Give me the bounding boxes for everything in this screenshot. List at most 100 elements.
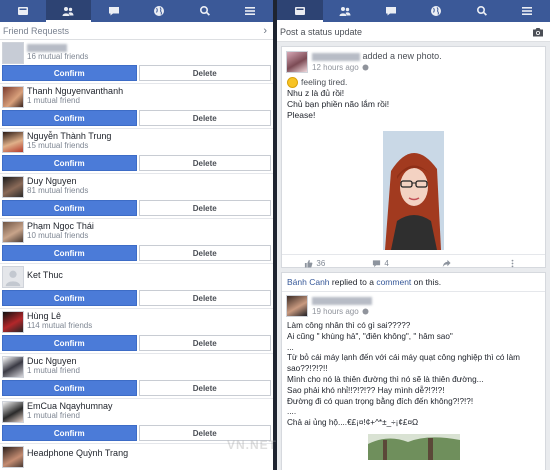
post-text-line: .... — [287, 407, 297, 417]
delete-button[interactable]: Delete — [138, 65, 271, 81]
avatar[interactable] — [2, 401, 24, 423]
search-icon — [476, 5, 487, 16]
comment-count: 4 — [384, 259, 389, 268]
poster-name[interactable] — [312, 52, 360, 61]
post-options-button[interactable] — [479, 259, 545, 268]
like-button[interactable]: 36 — [282, 259, 348, 268]
tab-search[interactable] — [182, 0, 228, 22]
portrait-image — [383, 131, 444, 250]
status-placeholder[interactable]: Post a status update — [280, 27, 362, 37]
confirm-button[interactable]: Confirm — [2, 110, 137, 126]
friend-request-item: 16 mutual friends Confirm Delete — [0, 40, 273, 84]
delete-button[interactable]: Delete — [138, 335, 271, 351]
friend-name[interactable]: Nguyễn Thành Trung — [27, 131, 111, 141]
friend-name[interactable] — [27, 42, 88, 52]
friend-name[interactable]: Hùng Lê — [27, 311, 92, 321]
avatar[interactable] — [286, 51, 308, 73]
delete-button[interactable]: Delete — [138, 110, 271, 126]
post-text-line: Nhu z là đủ rồi! — [287, 88, 345, 98]
friend-name[interactable]: Duy Nguyen — [27, 176, 88, 186]
confirm-button[interactable]: Confirm — [2, 290, 137, 306]
tab-friend-requests[interactable] — [45, 0, 91, 22]
friend-name[interactable]: Duc Nguyen — [27, 356, 80, 366]
post-action: added a new photo. — [362, 51, 442, 61]
post-text-line: Chủ bạn phiền não lắm rồi! — [287, 99, 390, 109]
news-feed-icon — [294, 7, 305, 15]
poster-name[interactable] — [312, 296, 372, 305]
avatar[interactable] — [2, 176, 24, 198]
avatar[interactable] — [2, 266, 24, 288]
delete-button[interactable]: Delete — [138, 155, 271, 171]
on-this-text: on this. — [411, 277, 442, 287]
tab-messages[interactable] — [91, 0, 137, 22]
avatar[interactable] — [2, 221, 24, 243]
delete-button[interactable]: Delete — [138, 200, 271, 216]
avatar[interactable] — [2, 356, 24, 378]
post-time[interactable]: 19 hours ago — [312, 306, 359, 317]
friend-name[interactable]: Thanh Nguyenvanthanh — [27, 86, 123, 96]
share-button[interactable] — [414, 259, 480, 268]
friend-request-item: Thanh Nguyenvanthanh 1 mutual friend Con… — [0, 84, 273, 129]
friend-name[interactable]: EmCua Nqayhumnay — [27, 401, 113, 411]
avatar[interactable] — [2, 42, 24, 64]
avatar[interactable] — [2, 86, 24, 108]
post-text-line: Chả ai ủng hộ....€£¡¤!¢+^*±_÷¡¢£¤Ω — [287, 418, 419, 428]
post-time[interactable]: 12 hours ago — [312, 62, 359, 73]
actor-name[interactable]: Bánh Canh — [287, 277, 330, 287]
tab-more[interactable] — [505, 0, 550, 22]
avatar[interactable] — [2, 131, 24, 153]
friend-requests-header[interactable]: Friend Requests › — [0, 22, 273, 40]
tab-notifications[interactable] — [137, 0, 183, 22]
tab-news-feed[interactable] — [277, 0, 323, 22]
status-update-bar[interactable]: Post a status update — [277, 22, 550, 42]
comment-button[interactable]: 4 — [348, 259, 414, 268]
friend-name[interactable]: Ket Thuc — [27, 270, 63, 280]
delete-button[interactable]: Delete — [138, 245, 271, 261]
post-photo[interactable] — [383, 131, 444, 250]
tab-more[interactable] — [228, 0, 274, 22]
top-nav-bar — [0, 0, 273, 22]
friend-request-item: Duy Nguyen 81 mutual friends Confirm Del… — [0, 174, 273, 219]
post-text-line: Đường đi có quan trọng bằng đích đến khô… — [287, 396, 474, 406]
menu-icon — [245, 7, 256, 15]
tab-friend-requests[interactable] — [323, 0, 369, 22]
confirm-button[interactable]: Confirm — [2, 65, 137, 81]
confirm-button[interactable]: Confirm — [2, 155, 137, 171]
post-text-line: Làm công nhân thì có gì sai????? — [287, 321, 411, 330]
post-photo[interactable] — [367, 433, 460, 460]
mutual-friends: 10 mutual friends — [27, 231, 89, 240]
tab-messages[interactable] — [368, 0, 414, 22]
messages-icon — [385, 7, 396, 16]
avatar[interactable] — [286, 295, 308, 317]
search-icon — [199, 5, 210, 16]
comment-link[interactable]: comment — [376, 277, 411, 287]
tab-notifications[interactable] — [414, 0, 460, 22]
post-text-line: Mình cho nó là thiên đường thì nó sẽ là … — [287, 374, 484, 384]
confirm-button[interactable]: Confirm — [2, 425, 137, 441]
globe-icon — [362, 308, 369, 315]
globe-icon — [362, 64, 369, 71]
avatar[interactable] — [2, 446, 24, 468]
friend-requests-pane: Friend Requests › 16 mutual friends Conf… — [0, 0, 273, 470]
friend-request-item: Hùng Lê 114 mutual friends Confirm Delet… — [0, 309, 273, 354]
confirm-button[interactable]: Confirm — [2, 335, 137, 351]
tab-news-feed[interactable] — [0, 0, 46, 22]
delete-button[interactable]: Delete — [138, 380, 271, 396]
friend-name[interactable]: Headphone Quỳnh Trang — [27, 448, 128, 458]
friend-name[interactable]: Phạm Ngọc Thái — [27, 221, 94, 231]
delete-button[interactable]: Delete — [138, 290, 271, 306]
menu-icon — [522, 7, 533, 15]
feeling-line: feeling tired. — [287, 77, 540, 88]
confirm-button[interactable]: Confirm — [2, 380, 137, 396]
confirm-button[interactable]: Confirm — [2, 200, 137, 216]
confirm-button[interactable]: Confirm — [2, 245, 137, 261]
post-text-line: ... — [287, 342, 294, 352]
avatar[interactable] — [2, 311, 24, 333]
post-text-line: Sao phải khó nhỉ!!?!?!?? Hay mình dễ?!?!… — [287, 385, 445, 395]
like-count: 36 — [316, 259, 326, 268]
reply-notice: Bánh Canh replied to a comment on this. — [282, 273, 545, 292]
default-avatar-icon — [5, 270, 21, 287]
tab-search[interactable] — [459, 0, 505, 22]
post-actions: 36 4 — [282, 254, 545, 272]
camera-icon[interactable] — [532, 27, 544, 37]
